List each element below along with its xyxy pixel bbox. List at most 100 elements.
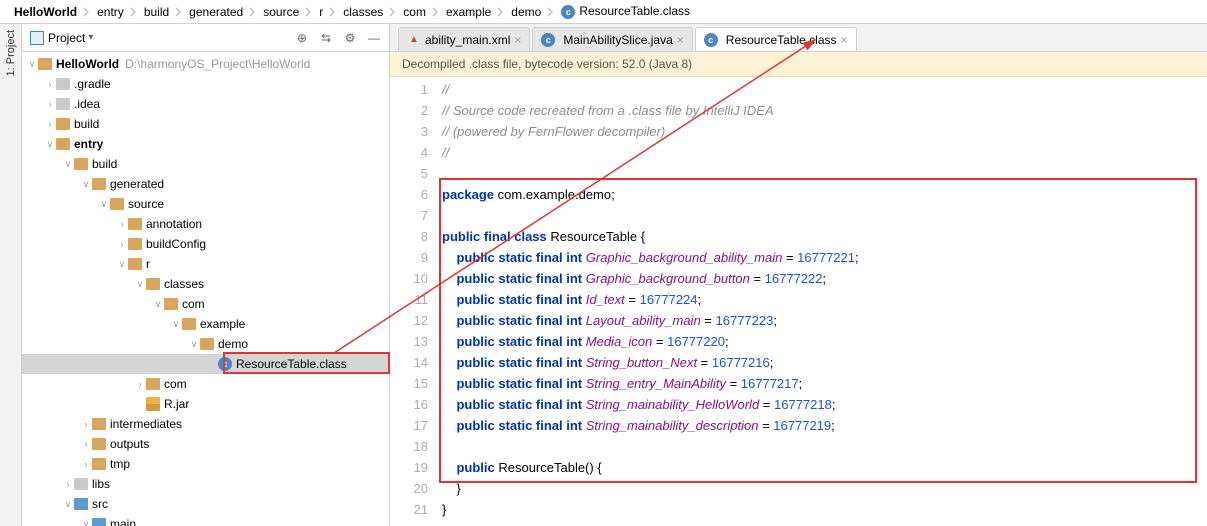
tree-row[interactable]: ›libs [22,474,389,494]
tree-row-root[interactable]: ∨HelloWorldD:\harmonyOS_Project\HelloWor… [22,54,389,74]
side-tab-project[interactable]: 1: Project [0,24,22,526]
tree-label: annotation [146,217,202,231]
decompiled-banner: Decompiled .class file, bytecode version… [390,52,1207,77]
breadcrumb-item[interactable]: r [317,5,325,19]
folder-icon [56,118,70,130]
tree-row[interactable]: ∨ entry [22,134,389,154]
tree-arrow[interactable]: ∨ [44,139,56,150]
tree-label: buildConfig [146,237,206,251]
code-line[interactable]: // Source code recreated from a .class f… [442,100,1207,121]
breadcrumb-item[interactable]: example [444,5,493,19]
breadcrumb-item[interactable]: build [142,5,171,19]
editor-tab[interactable]: c MainAbilitySlice.java × [532,27,692,51]
tree-row[interactable]: ∨source [22,194,389,214]
tree-row[interactable]: ›intermediates [22,414,389,434]
folder-icon [56,138,70,150]
tree-row[interactable]: ∨ src [22,494,389,514]
tree-arrow[interactable]: ∨ [134,279,146,290]
code-line[interactable]: // [442,79,1207,100]
breadcrumb-item[interactable]: cResourceTable.class [559,4,692,19]
tree-arrow[interactable]: ∨ [80,179,92,190]
breadcrumb-item[interactable]: source [261,5,301,19]
code-line[interactable]: // (powered by FernFlower decompiler) [442,121,1207,142]
tree-row[interactable]: ›tmp [22,454,389,474]
tree-label: src [92,497,108,511]
tree-row[interactable]: › buildConfig [22,234,389,254]
tree-arrow[interactable]: › [116,219,128,229]
folder-icon [128,218,142,230]
tree-arrow[interactable]: › [80,439,92,449]
close-icon[interactable]: × [841,34,848,46]
tree-arrow[interactable]: ∨ [98,199,110,210]
code-line[interactable]: // [442,142,1207,163]
folder-icon [128,258,142,270]
breadcrumb-item[interactable]: HelloWorld [12,5,79,19]
editor-tab[interactable]: ▲ability_main.xml× [398,27,530,51]
tree-row[interactable]: R.jar [22,394,389,414]
tree-arrow[interactable]: ∨ [152,299,164,310]
folder-icon [128,238,142,250]
tree-row[interactable]: ›outputs [22,434,389,454]
tree-row[interactable]: ∨r [22,254,389,274]
tree-arrow[interactable]: ∨ [26,59,38,70]
tree-arrow[interactable]: ∨ [62,499,74,510]
tree-row[interactable]: ∨generated [22,174,389,194]
tree-row[interactable]: ∨main [22,514,389,526]
tree-arrow[interactable]: › [44,119,56,129]
folder-icon [92,518,106,526]
breadcrumb-sep [495,6,507,18]
tree-arrow[interactable]: › [44,79,56,89]
tree-row[interactable]: ∨demo [22,334,389,354]
tree-row[interactable]: ∨com [22,294,389,314]
tree-arrow[interactable]: ∨ [188,339,200,350]
tree-arrow[interactable]: › [80,459,92,469]
side-tab-label: 1: Project [5,30,17,76]
tree-row[interactable]: ›.idea [22,94,389,114]
tree-arrow[interactable]: › [62,479,74,489]
tree-arrow[interactable]: › [80,419,92,429]
tab-label: MainAbilitySlice.java [563,33,672,47]
tree-row[interactable]: ∨build [22,154,389,174]
tree-label: entry [74,137,103,151]
tree-label: build [74,117,99,131]
tree-row[interactable]: › com [22,374,389,394]
code-line[interactable]: } [442,499,1207,520]
tree-arrow[interactable]: ∨ [170,319,182,330]
tree-arrow[interactable]: ∨ [80,519,92,526]
breadcrumb-sep [303,6,315,18]
tree-arrow[interactable]: ∨ [116,259,128,270]
hide-icon[interactable]: — [367,31,381,45]
project-tree[interactable]: ∨HelloWorldD:\harmonyOS_Project\HelloWor… [22,52,389,526]
tree-arrow[interactable]: › [116,239,128,249]
tree-row[interactable]: › build [22,114,389,134]
chevron-down-icon[interactable]: ▾ [88,32,93,43]
folder-icon [92,178,106,190]
breadcrumb-sep [247,6,259,18]
tree-arrow[interactable]: › [44,99,56,109]
close-icon[interactable]: × [677,34,684,46]
tree-row[interactable]: ∨example [22,314,389,334]
class-icon: c [541,33,555,47]
locate-icon[interactable]: ⊕ [295,31,309,45]
close-icon[interactable]: × [514,34,521,46]
expand-icon[interactable]: ⇆ [319,31,333,45]
tree-label: com [164,377,187,391]
gear-icon[interactable]: ⚙ [343,31,357,45]
folder-icon [92,418,106,430]
breadcrumb-item[interactable]: classes [341,5,385,19]
breadcrumb-sep [545,6,557,18]
breadcrumb-item[interactable]: com [401,5,428,19]
breadcrumb-item[interactable]: generated [187,5,245,19]
tree-arrow[interactable]: › [134,379,146,389]
editor-tab[interactable]: cResourceTable.class× [695,27,857,51]
tree-path: D:\harmonyOS_Project\HelloWorld [125,57,310,71]
tree-row[interactable]: › annotation [22,214,389,234]
project-title[interactable]: Project [48,31,85,45]
folder-icon [74,158,88,170]
tree-arrow[interactable]: ∨ [62,159,74,170]
tree-row[interactable]: ›.gradle [22,74,389,94]
tree-row[interactable]: ∨classes [22,274,389,294]
breadcrumb-item[interactable]: demo [509,5,543,19]
editor-area: ▲ability_main.xml× c MainAbilitySlice.java… [390,24,1207,526]
breadcrumb-item[interactable]: entry [95,5,126,19]
